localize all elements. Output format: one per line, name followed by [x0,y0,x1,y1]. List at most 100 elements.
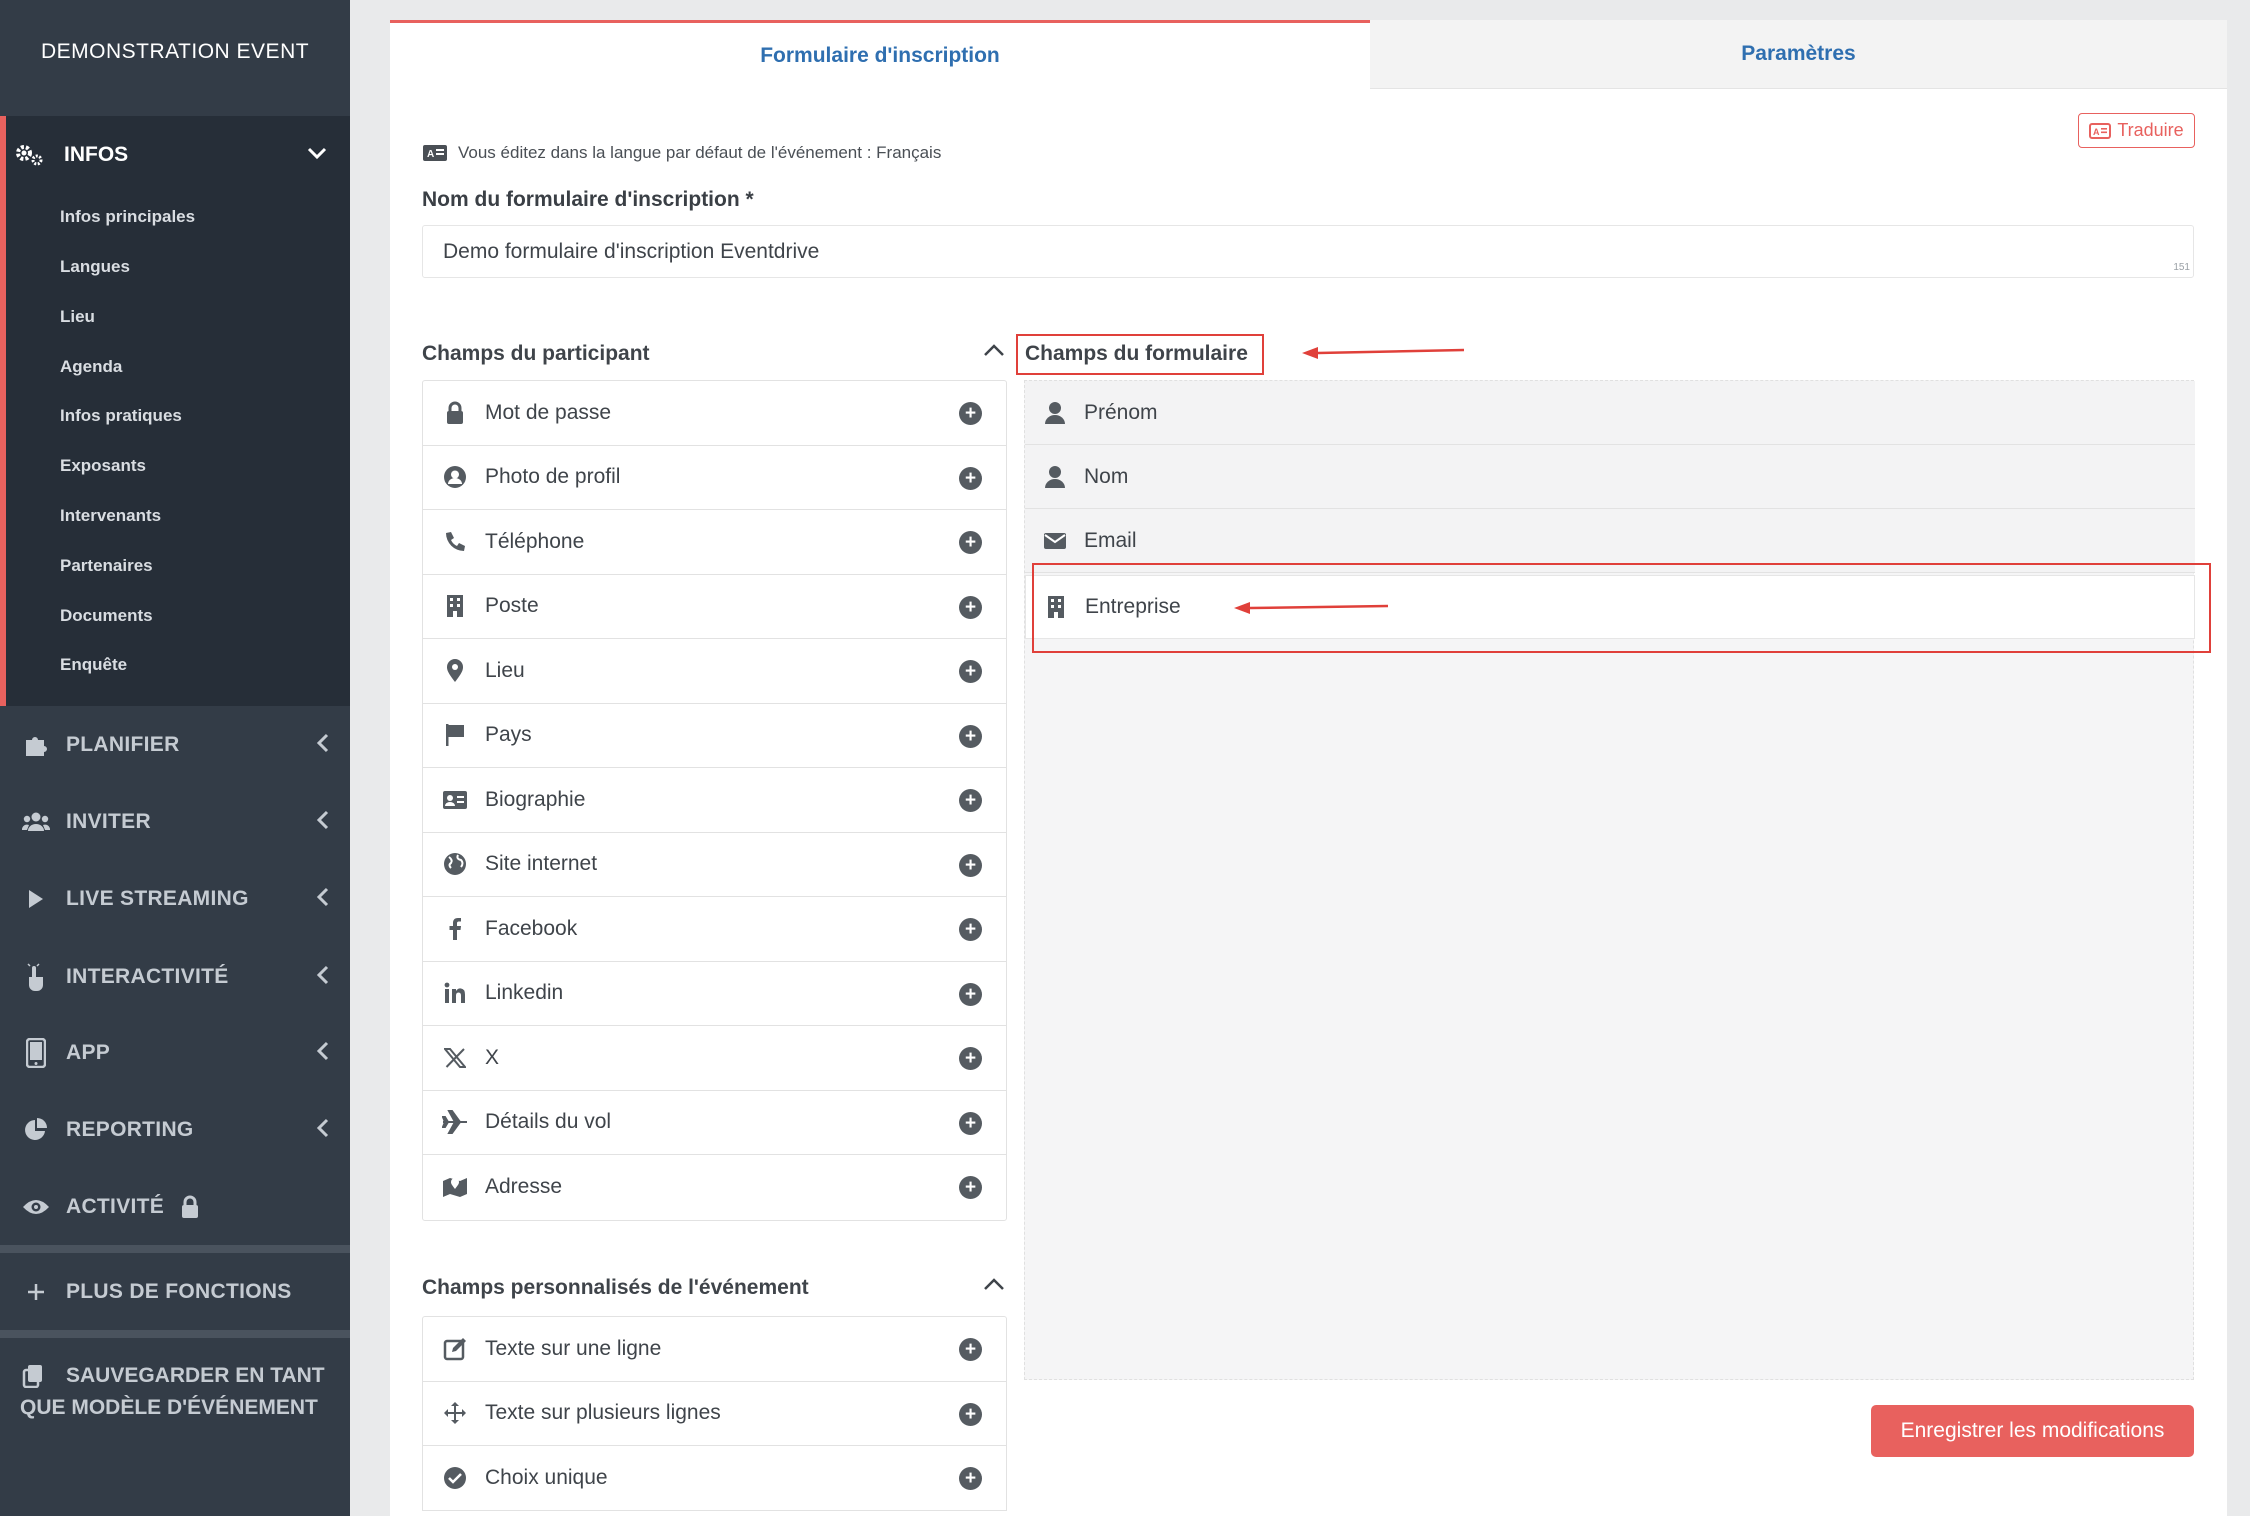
add-circle-icon[interactable]: + [959,402,982,425]
list-item[interactable]: Poste + [423,575,1006,639]
users-icon [22,808,50,836]
list-item[interactable]: Biographie + [423,768,1006,833]
gears-icon [15,143,45,167]
add-circle-icon[interactable]: + [959,1111,982,1135]
nav-app[interactable]: APP [22,1033,330,1073]
pie-chart-icon [22,1116,50,1144]
save-changes-button[interactable]: Enregistrer les modifications [1871,1405,2194,1457]
chevron-up-icon[interactable] [983,342,1005,363]
annotation-box [1016,334,1264,375]
list-item[interactable]: Téléphone + [423,510,1006,575]
custom-fields-title: Champs personnalisés de l'événement [422,1276,809,1299]
list-item[interactable]: Site internet + [423,833,1006,897]
sidebar-item-exposants[interactable]: Exposants [60,456,146,476]
add-circle-icon[interactable]: + [959,531,982,554]
save-template-line1: SAUVEGARDER EN TANT [66,1364,325,1387]
translate-button-label: Traduire [2117,120,2184,140]
add-circle-icon[interactable]: + [959,724,982,748]
form-field-row[interactable]: Nom [1025,445,2195,509]
puzzle-icon [22,731,50,759]
list-item-label: Lieu [485,658,525,682]
list-item-label: Mot de passe [485,400,612,424]
nav-infos[interactable]: INFOS [15,138,335,172]
list-item[interactable]: Pays + [423,704,1006,768]
save-as-template-link[interactable]: SAUVEGARDER EN TANT QUE MODÈLE D'ÉVÉNEME… [20,1360,342,1424]
nav-live-streaming[interactable]: LIVE STREAMING [22,879,330,919]
chevron-left-icon [316,733,330,759]
nav-activite[interactable]: ACTIVITÉ [22,1187,330,1227]
annotation-arrow-icon [1234,602,1389,614]
sidebar-item-langues[interactable]: Langues [60,257,130,277]
envelope-icon [1040,532,1070,550]
list-item[interactable]: Adresse + [423,1155,1006,1220]
form-name-input[interactable]: Demo formulaire d'inscription Eventdrive… [422,225,2194,278]
chevron-left-icon [316,1118,330,1144]
list-item-label: Facebook [485,916,578,940]
tab-bar: Formulaire d'inscription Paramètres [390,20,2227,89]
nav-more-functions-label: PLUS DE FONCTIONS [66,1280,292,1303]
form-field-row[interactable]: Prénom [1025,381,2195,445]
list-item[interactable]: Photo de profil + [423,446,1006,510]
tab-registration-form[interactable]: Formulaire d'inscription [390,20,1370,89]
list-item[interactable]: Texte sur plusieurs lignes + [423,1382,1006,1446]
add-circle-icon[interactable]: + [959,1338,982,1361]
add-circle-icon[interactable]: + [959,466,982,490]
translate-button[interactable]: A Traduire [2078,113,2195,148]
list-item[interactable]: Linkedin + [423,962,1006,1026]
add-circle-icon[interactable]: + [959,1176,982,1199]
list-item[interactable]: Détails du vol + [423,1091,1006,1155]
chevron-left-icon [316,965,330,991]
participant-fields-list: Mot de passe + Photo de profil + Télépho… [422,380,1007,1221]
event-title: DEMONSTRATION EVENT [40,40,310,63]
list-item[interactable]: Choix unique + [423,1446,1006,1511]
sidebar-item-partenaires[interactable]: Partenaires [60,556,153,576]
nav-more-functions[interactable]: PLUS DE FONCTIONS [22,1272,330,1312]
add-circle-icon[interactable]: + [959,982,982,1006]
list-item-label: Photo de profil [485,465,621,489]
list-item[interactable]: X + [423,1026,1006,1091]
nav-inviter[interactable]: INVITER [22,802,330,842]
sidebar-item-lieu[interactable]: Lieu [60,307,95,327]
chevron-up-icon[interactable] [983,1276,1005,1297]
sidebar-item-infos-principales[interactable]: Infos principales [60,207,195,227]
form-field-label: Prénom [1084,400,1158,424]
nav-activite-label: ACTIVITÉ [66,1195,165,1218]
form-name-value: Demo formulaire d'inscription Eventdrive [443,239,820,263]
sidebar-item-enquete[interactable]: Enquête [60,655,127,675]
add-circle-icon[interactable]: + [959,1047,982,1070]
move-icon [440,1401,470,1425]
char-count: 151 [2173,262,2190,273]
add-circle-icon[interactable]: + [959,1467,982,1490]
nav-planifier[interactable]: PLANIFIER [22,725,330,765]
add-circle-icon[interactable]: + [959,789,982,812]
chevron-down-icon [307,142,327,166]
add-circle-icon[interactable]: + [959,595,982,619]
map-pin-icon [440,658,470,683]
user-circle-icon [440,465,470,489]
form-field-label: Nom [1084,464,1129,488]
linkedin-icon [440,982,470,1004]
nav-reporting[interactable]: REPORTING [22,1110,330,1150]
add-circle-icon[interactable]: + [959,660,982,683]
list-item[interactable]: Facebook + [423,897,1006,962]
plus-icon [22,1278,50,1306]
sidebar-item-infos-pratiques[interactable]: Infos pratiques [60,406,182,426]
sidebar-item-agenda[interactable]: Agenda [60,357,122,377]
nav-interactivite[interactable]: INTERACTIVITÉ [22,957,330,997]
list-item[interactable]: Mot de passe + [423,381,1006,446]
list-item-label: Pays [485,723,532,747]
facebook-icon [440,917,470,941]
add-circle-icon[interactable]: + [959,918,982,941]
form-fields-dropzone[interactable]: Prénom Nom Email Entreprise [1024,380,2195,1380]
list-item[interactable]: Texte sur une ligne + [423,1317,1006,1382]
nav-reporting-label: REPORTING [66,1118,194,1141]
pointer-hand-icon [22,963,50,991]
tab-settings[interactable]: Paramètres [1370,20,2227,89]
list-item-label: Texte sur une ligne [485,1336,662,1360]
add-circle-icon[interactable]: + [959,1402,982,1426]
add-circle-icon[interactable]: + [959,853,982,877]
sidebar-item-documents[interactable]: Documents [60,606,153,626]
annotation-box [1032,563,2211,653]
list-item[interactable]: Lieu + [423,639,1006,704]
sidebar-item-intervenants[interactable]: Intervenants [60,506,161,526]
